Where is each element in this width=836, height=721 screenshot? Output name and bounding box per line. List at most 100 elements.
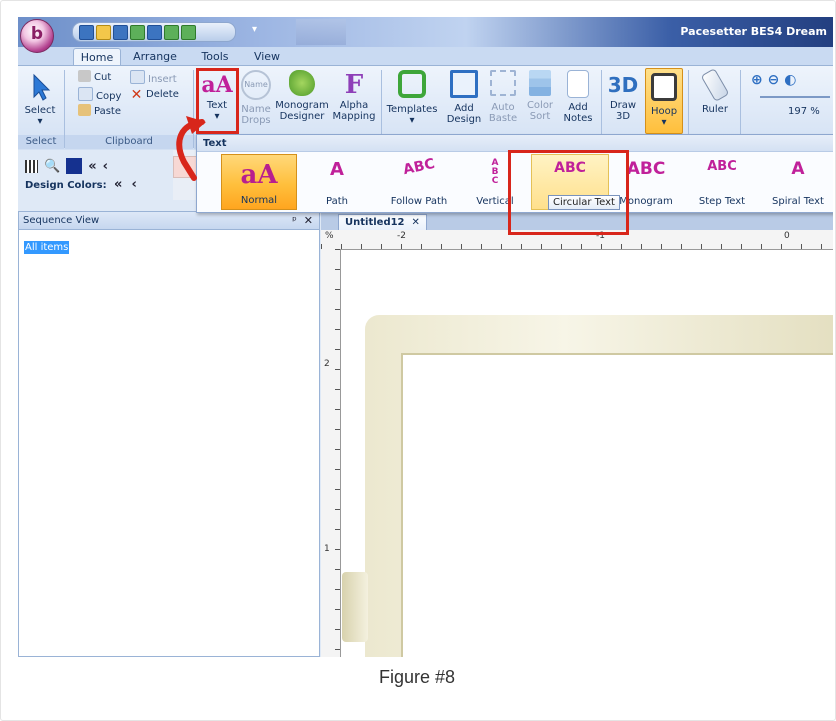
path-text-icon: A [330, 159, 344, 180]
red-arrow-icon [176, 116, 206, 181]
delete-label: Delete [146, 89, 179, 100]
auto-baste-icon [490, 70, 516, 96]
insert-button[interactable]: Insert [130, 70, 177, 86]
gallery-item-step-text[interactable]: ABC Step Text [685, 154, 759, 210]
name-drops-icon: Name [241, 70, 271, 100]
color-sort-label-1: Color [526, 100, 554, 111]
group-label-select: Select [18, 135, 64, 149]
zoom-slider[interactable] [760, 96, 830, 98]
cut-button[interactable]: Cut [78, 70, 111, 86]
ruler-unit-icon: % [325, 231, 334, 241]
auto-baste-label-2: Baste [488, 113, 518, 124]
hoop-inner-area[interactable] [401, 353, 833, 657]
ruler-top-label: 0 [784, 231, 790, 241]
all-items-node[interactable]: All items [24, 241, 70, 254]
print-icon[interactable] [147, 24, 162, 40]
app-logo-icon: b [30, 24, 44, 44]
alpha-mapping-button[interactable]: F Alpha Mapping [332, 70, 376, 122]
spiral-text-icon: A [791, 159, 805, 179]
save-as-icon[interactable] [130, 24, 145, 40]
title-bar: ▾ Pacesetter BES4 Dream [18, 17, 833, 47]
application-menu-button[interactable]: b [20, 19, 54, 53]
ruler-icon [700, 68, 730, 102]
hoop-button[interactable]: Hoop ▾ [645, 68, 683, 134]
gallery-item-label: Path [326, 196, 348, 207]
color-sort-button[interactable]: Color Sort [523, 70, 557, 122]
save-icon[interactable] [113, 24, 128, 40]
prev-design-color-icon[interactable]: ‹ [131, 177, 136, 192]
open-folder-icon[interactable] [96, 24, 111, 40]
magnifier-icon[interactable]: 🔍 [44, 159, 60, 174]
templates-button[interactable]: Templates ▾ [383, 70, 441, 126]
ruler-left-label: 1 [324, 544, 330, 554]
gallery-item-spiral-text[interactable]: A Spiral Text [763, 154, 833, 210]
hoop-icon [651, 73, 677, 101]
zoom-controls: ⊕ ⊖ ◐ [751, 72, 796, 88]
draw-3d-icon: 3D [607, 73, 639, 97]
pin-icon[interactable]: ᵖ [292, 214, 297, 227]
templates-icon [398, 70, 426, 98]
prev-color-icon[interactable]: ‹ [103, 159, 108, 174]
document-tab-title: Untitled12 [345, 217, 405, 228]
alpha-mapping-icon: F [344, 70, 364, 100]
delete-button[interactable]: ✕ Delete [130, 87, 179, 103]
draw-3d-label-1: Draw [609, 100, 637, 111]
draw-3d-button[interactable]: 3D Draw 3D [605, 70, 641, 122]
first-color-icon[interactable]: « [88, 159, 96, 174]
close-icon[interactable]: ✕ [304, 214, 313, 227]
new-file-icon[interactable] [79, 24, 94, 40]
select-button[interactable]: Select ▾ [20, 72, 60, 127]
first-design-color-icon[interactable]: « [114, 177, 122, 192]
tab-home[interactable]: Home [73, 48, 121, 66]
undo-icon[interactable] [164, 24, 179, 40]
redo-icon[interactable] [181, 24, 196, 40]
grid-icon[interactable] [25, 159, 38, 173]
gallery-item-label: Spiral Text [772, 196, 824, 207]
add-design-label-1: Add [454, 103, 474, 114]
add-design-button[interactable]: Add Design [446, 70, 482, 125]
gallery-item-follow-path[interactable]: ABC Follow Path [377, 154, 461, 210]
ruler-top-label: -2 [397, 231, 406, 241]
zoom-fit-icon[interactable]: ◐ [784, 72, 796, 88]
document-tab[interactable]: Untitled12 ✕ [338, 214, 427, 231]
figure-caption: Figure #8 [378, 667, 456, 687]
add-notes-label-2: Notes [563, 113, 593, 124]
gallery-item-normal[interactable]: aA Normal [221, 154, 297, 210]
add-notes-label-1: Add [568, 102, 588, 113]
design-tools-row: 🔍 « ‹ [25, 158, 108, 174]
ruler-left-label: 2 [324, 359, 330, 369]
color-swatch-icon[interactable] [66, 158, 83, 174]
quick-access-toolbar [72, 22, 236, 42]
gallery-item-label: Normal [240, 195, 278, 206]
sequence-view-header: Sequence View ᵖ ✕ [19, 212, 319, 230]
close-tab-icon[interactable]: ✕ [411, 217, 419, 228]
add-design-label-2: Design [446, 114, 482, 125]
chevron-down-icon: ▾ [661, 117, 667, 128]
tab-view[interactable]: View [249, 48, 285, 65]
paste-label: Paste [94, 106, 121, 117]
paste-button[interactable]: Paste [78, 104, 121, 120]
zoom-out-icon[interactable]: ⊖ [768, 72, 780, 88]
tab-arrange[interactable]: Arrange [130, 48, 180, 65]
app-title: Pacesetter BES4 Dream [680, 25, 827, 38]
ruler-button[interactable]: Ruler [695, 68, 735, 115]
gallery-item-path[interactable]: A Path [302, 154, 372, 210]
tab-tools[interactable]: Tools [196, 48, 234, 65]
copy-button[interactable]: Copy [78, 87, 121, 103]
left-ruler: 2 1 [321, 249, 341, 657]
notes-icon [567, 70, 589, 98]
title-bar-art [296, 19, 346, 45]
gallery-item-label: Step Text [698, 196, 746, 207]
auto-baste-label-1: Auto [491, 102, 515, 113]
add-notes-button[interactable]: Add Notes [560, 70, 596, 124]
name-drops-label-1: Name [241, 104, 271, 115]
monogram-designer-icon [289, 70, 315, 96]
zoom-in-icon[interactable]: ⊕ [751, 72, 763, 88]
templates-label: Templates [386, 104, 438, 115]
chevron-down-icon: ▾ [37, 116, 43, 127]
ribbon-tabs: Home Arrange Tools View [18, 47, 833, 66]
auto-baste-button[interactable]: Auto Baste [486, 70, 520, 124]
monogram-designer-button[interactable]: Monogram Designer [274, 70, 330, 122]
customize-qat-icon[interactable]: ▾ [252, 24, 257, 35]
name-drops-button[interactable]: Name Name Drops [240, 70, 272, 126]
